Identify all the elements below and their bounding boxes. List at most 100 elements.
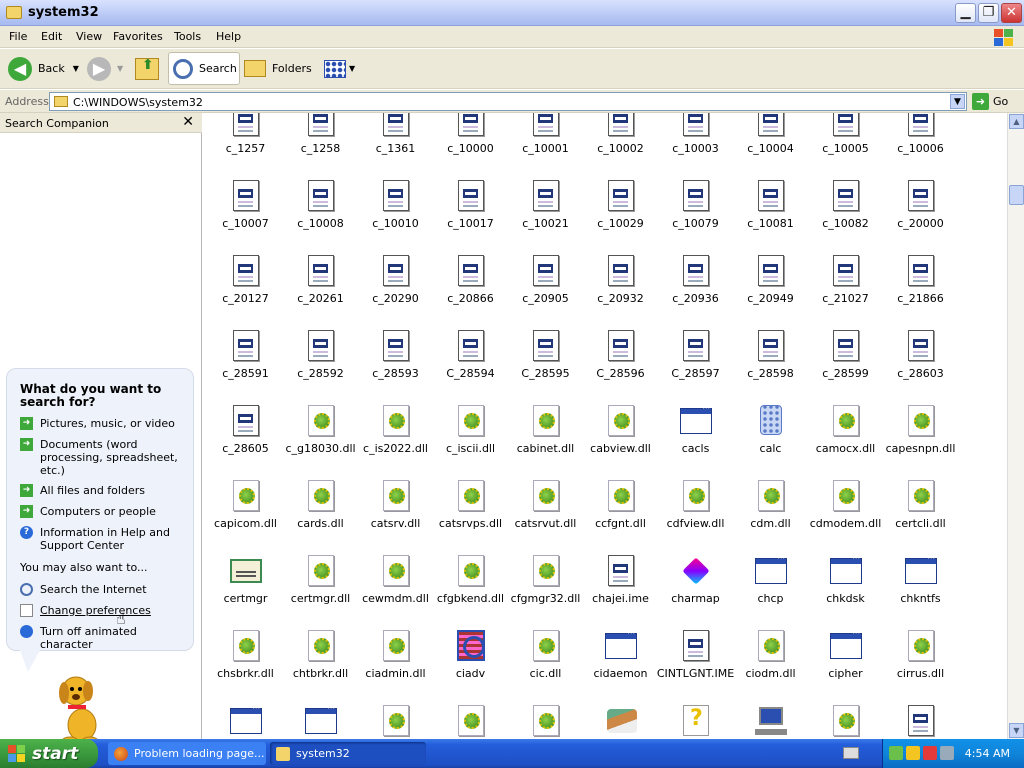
win-file-icon bbox=[755, 554, 787, 587]
keyboard-icon[interactable] bbox=[843, 747, 859, 759]
option-documents[interactable]: ➜ Documents (word processing, spreadsheet… bbox=[20, 438, 190, 477]
dll-file-icon bbox=[380, 630, 412, 662]
file-name: c_21027 bbox=[822, 292, 869, 305]
option-label: All files and folders bbox=[40, 484, 145, 497]
file-name: capicom.dll bbox=[214, 517, 277, 530]
file-name: c_21866 bbox=[897, 292, 944, 305]
task-system32[interactable]: system32 bbox=[270, 742, 426, 765]
file-name: c_iscii.dll bbox=[445, 442, 496, 455]
dll-file-icon bbox=[230, 630, 262, 662]
folders-button[interactable]: Folders bbox=[244, 52, 312, 85]
task-firefox[interactable]: Problem loading page... bbox=[108, 742, 266, 765]
chevron-down-icon[interactable]: ▼ bbox=[73, 64, 79, 73]
doc-file-icon bbox=[230, 405, 262, 437]
vertical-scrollbar[interactable]: ▲ ▼ bbox=[1007, 113, 1024, 739]
forward-button[interactable]: ▶ ▼ bbox=[87, 52, 123, 85]
restore-button[interactable]: ❐ bbox=[978, 3, 999, 23]
minimize-button[interactable]: ▁ bbox=[955, 3, 976, 23]
doc-file-icon bbox=[455, 255, 487, 287]
option-label: Information in Help and Support Center bbox=[40, 526, 170, 552]
close-icon[interactable]: ✕ bbox=[182, 114, 194, 130]
option-pictures[interactable]: ➜ Pictures, music, or video bbox=[20, 417, 190, 430]
link-change-preferences[interactable]: Change preferences bbox=[20, 604, 190, 617]
file-list-view[interactable]: c_1257 c_1258 c_1361 c_10000 c_10001 c_10002 c… bbox=[203, 113, 1007, 739]
search-dog-icon[interactable] bbox=[52, 665, 108, 745]
doc-file-icon bbox=[455, 330, 487, 362]
views-icon bbox=[324, 59, 346, 78]
arrow-icon: ➜ bbox=[20, 484, 33, 497]
arrow-icon: ➜ bbox=[20, 505, 33, 518]
security-shield-icon[interactable] bbox=[906, 746, 920, 760]
menu-edit[interactable]: Edit bbox=[41, 30, 62, 43]
menu-view[interactable]: View bbox=[76, 30, 102, 43]
chevron-down-icon[interactable]: ▼ bbox=[950, 94, 965, 109]
link-search-internet[interactable]: Search the Internet bbox=[20, 583, 190, 596]
menu-bar: File Edit View Favorites Tools Help bbox=[0, 26, 1024, 48]
file-name: chcp bbox=[757, 592, 784, 605]
file-name: certmgr bbox=[223, 592, 268, 605]
dll-file-icon bbox=[905, 630, 937, 662]
dll-file-icon bbox=[605, 405, 637, 437]
address-input[interactable]: C:\WINDOWS\system32 ▼ bbox=[49, 92, 967, 111]
folders-icon bbox=[244, 60, 266, 77]
file-name: cic.dll bbox=[529, 667, 562, 680]
doc-file-icon bbox=[905, 255, 937, 287]
arrow-icon: ➜ bbox=[20, 438, 33, 451]
help-icon: ? bbox=[20, 526, 33, 539]
back-button[interactable]: ◀ Back ▼ bbox=[8, 52, 79, 85]
file-name: C_28594 bbox=[446, 367, 495, 380]
dll-file-icon bbox=[305, 405, 337, 437]
option-all-files[interactable]: ➜ All files and folders bbox=[20, 484, 190, 497]
file-name: C_28595 bbox=[521, 367, 570, 380]
file-name: c_g18030.dll bbox=[285, 442, 356, 455]
close-button[interactable]: ✕ bbox=[1001, 3, 1022, 23]
dll-file-icon bbox=[830, 405, 862, 437]
menu-favorites[interactable]: Favorites bbox=[113, 30, 163, 43]
file-name: cirrus.dll bbox=[896, 667, 945, 680]
go-button[interactable]: ➜ Go bbox=[972, 93, 1008, 110]
file-name: cabinet.dll bbox=[516, 442, 575, 455]
folder-icon bbox=[6, 6, 22, 19]
address-label: Address bbox=[5, 95, 49, 108]
speaker-icon[interactable] bbox=[940, 746, 954, 760]
doc-file-icon bbox=[605, 255, 637, 287]
dll-file-icon bbox=[305, 480, 337, 512]
win-file-icon bbox=[905, 554, 937, 587]
title-bar[interactable]: system32 ▁ ❐ ✕ bbox=[0, 0, 1024, 26]
file-name: chkdsk bbox=[826, 592, 865, 605]
file-name: chajei.ime bbox=[592, 592, 649, 605]
file-name: cacls bbox=[681, 442, 710, 455]
file-name: c_10006 bbox=[897, 142, 944, 155]
dll-file-icon bbox=[830, 705, 862, 737]
menu-tools[interactable]: Tools bbox=[174, 30, 201, 43]
file-name: CINTLGNT.IME bbox=[656, 667, 735, 680]
views-button[interactable]: ▼ bbox=[324, 52, 355, 85]
doc-file-icon bbox=[305, 180, 337, 212]
link-turn-off-character[interactable]: Turn off animated character bbox=[20, 625, 190, 651]
go-label: Go bbox=[993, 95, 1009, 108]
start-button[interactable]: start bbox=[0, 739, 98, 768]
file-name: certcli.dll bbox=[895, 517, 946, 530]
search-button[interactable]: Search bbox=[168, 52, 240, 85]
doc-file-icon bbox=[380, 330, 412, 362]
doc-file-icon bbox=[905, 113, 937, 137]
scroll-up-button[interactable]: ▲ bbox=[1009, 114, 1024, 129]
menu-file[interactable]: File bbox=[9, 30, 27, 43]
network-icon[interactable] bbox=[889, 746, 903, 760]
up-folder-button[interactable]: ⬆ bbox=[135, 52, 159, 85]
option-help[interactable]: ? Information in Help and Support Center bbox=[20, 526, 190, 552]
menu-help[interactable]: Help bbox=[216, 30, 241, 43]
alert-shield-icon[interactable] bbox=[923, 746, 937, 760]
doc-file-icon bbox=[305, 113, 337, 137]
file-name: c_10000 bbox=[447, 142, 494, 155]
back-label: Back bbox=[38, 62, 65, 75]
chevron-down-icon[interactable]: ▼ bbox=[117, 64, 123, 73]
scroll-thumb[interactable] bbox=[1009, 185, 1024, 205]
scroll-down-button[interactable]: ▼ bbox=[1009, 723, 1024, 738]
folder-icon bbox=[276, 746, 290, 761]
dll-file-icon bbox=[530, 480, 562, 512]
bubble-tail bbox=[20, 650, 40, 672]
option-computers[interactable]: ➜ Computers or people bbox=[20, 505, 190, 518]
chevron-down-icon[interactable]: ▼ bbox=[349, 64, 355, 73]
dll-file-icon bbox=[755, 630, 787, 662]
